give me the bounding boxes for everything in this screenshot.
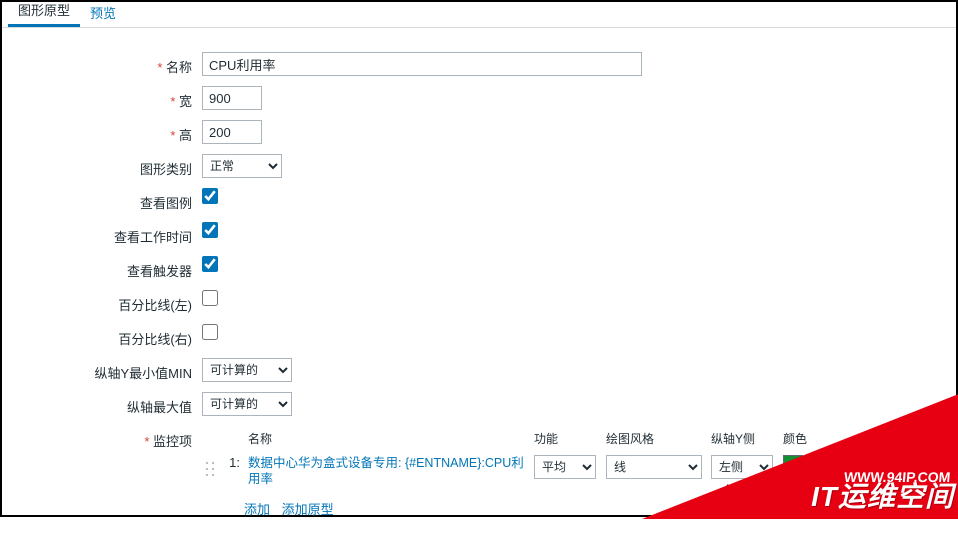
items-table: 名称 功能 绘图风格 纵轴Y侧 颜色 1: 数据中心华为盒式设备专用: {#EN… (202, 426, 946, 518)
label-yaxis-min: 纵轴Y最小值MIN (12, 358, 202, 382)
percent-right-checkbox[interactable] (202, 324, 218, 340)
color-text: 1 (811, 456, 818, 471)
item-name-link[interactable]: 数据中心华为盒式设备专用: {#ENTNAME}:CPU利用率 (248, 456, 524, 486)
yaxis-max-select[interactable]: 可计算的 (202, 392, 292, 416)
tab-preview[interactable]: 预览 (80, 0, 126, 27)
items-col-name: 名称 (244, 430, 534, 447)
height-input[interactable] (202, 120, 262, 144)
label-show-triggers: 查看触发器 (12, 256, 202, 280)
tabs: 图形原型 预览 (2, 2, 956, 28)
width-input[interactable] (202, 86, 262, 110)
label-show-working-time: 查看工作时间 (12, 222, 202, 246)
label-height: 高 (12, 120, 202, 144)
items-col-yaxis: 纵轴Y侧 (711, 430, 783, 447)
label-width: 宽 (12, 86, 202, 110)
label-percent-right: 百分比线(右) (12, 324, 202, 348)
tab-graph-prototype[interactable]: 图形原型 (8, 0, 80, 27)
show-triggers-checkbox[interactable] (202, 256, 218, 272)
item-func-select[interactable]: 平均 (534, 455, 596, 479)
label-percent-left: 百分比线(左) (12, 290, 202, 314)
yaxis-min-select[interactable]: 可计算的 (202, 358, 292, 382)
graph-type-select[interactable]: 正常 (202, 154, 282, 178)
label-show-legend: 查看图例 (12, 188, 202, 212)
item-index: 1: (224, 455, 244, 470)
show-legend-checkbox[interactable] (202, 188, 218, 204)
name-input[interactable] (202, 52, 642, 76)
label-items: 监控项 (12, 426, 202, 450)
items-col-color: 颜色 (783, 430, 863, 447)
form: 名称 宽 高 图形类别 正常 查看图例 查看工作时间 (2, 28, 956, 538)
item-yaxis-select[interactable]: 左侧 (711, 455, 773, 479)
color-swatch[interactable] (783, 455, 803, 475)
percent-left-checkbox[interactable] (202, 290, 218, 306)
label-yaxis-max: 纵轴最大值 (12, 392, 202, 416)
show-working-time-checkbox[interactable] (202, 222, 218, 238)
table-row: 1: 数据中心华为盒式设备专用: {#ENTNAME}:CPU利用率 平均 线 (202, 453, 946, 493)
drag-handle-icon[interactable] (202, 458, 216, 476)
label-graph-type: 图形类别 (12, 154, 202, 178)
label-name: 名称 (12, 52, 202, 76)
add-item-link[interactable]: 添加 (244, 502, 270, 517)
items-col-style: 绘图风格 (606, 430, 711, 447)
add-prototype-link[interactable]: 添加原型 (282, 502, 334, 517)
items-col-func: 功能 (534, 430, 606, 447)
item-style-select[interactable]: 线 (606, 455, 702, 479)
